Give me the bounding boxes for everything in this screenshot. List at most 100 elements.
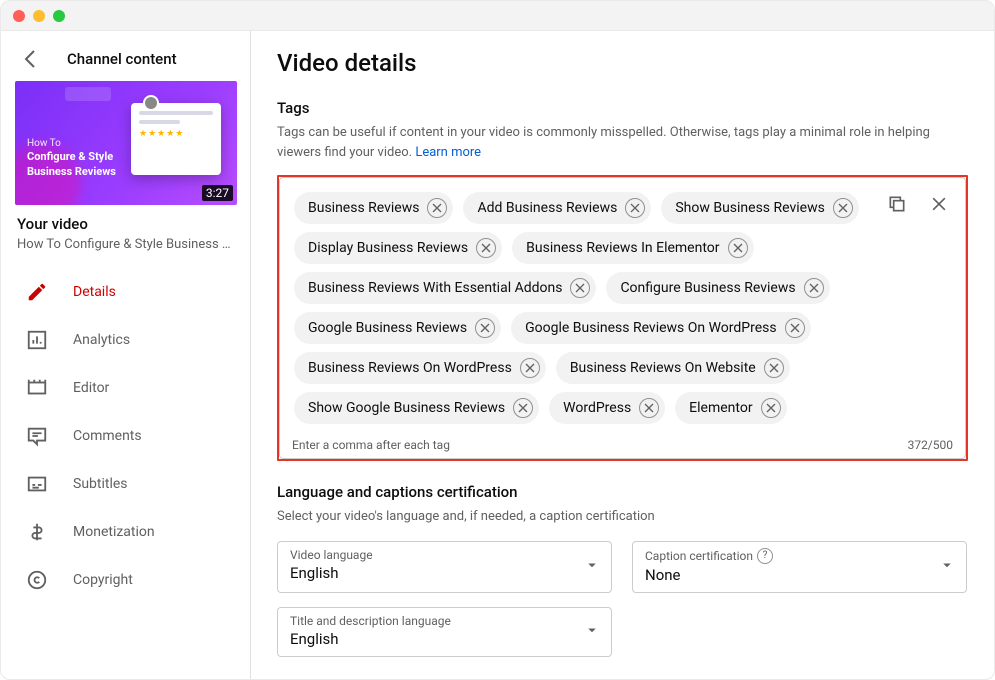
sidebar-item-label: Monetization [73, 524, 155, 540]
tag-remove-icon[interactable] [427, 198, 447, 218]
clear-tags-icon[interactable] [927, 192, 951, 216]
language-description: Select your video's language and, if nee… [277, 507, 968, 527]
title-desc-language-select[interactable]: Title and description language English [277, 607, 612, 657]
monetization-icon [25, 520, 49, 544]
window-minimize-dot[interactable] [33, 10, 45, 22]
sidebar-item-editor[interactable]: Editor [1, 364, 250, 412]
tags-description: Tags can be useful if content in your vi… [277, 123, 968, 163]
tags-input-box[interactable]: Business Reviews Add Business Reviews Show… [279, 177, 966, 459]
language-heading: Language and captions certification [277, 483, 968, 501]
video-language-label: Video language [290, 548, 599, 562]
tag-label: Business Reviews On Website [570, 360, 756, 376]
copy-tags-icon[interactable] [885, 192, 909, 216]
tag-label: Add Business Reviews [477, 200, 617, 216]
sidebar-item-details[interactable]: Details [1, 268, 250, 316]
sidebar-item-label: Details [73, 284, 116, 300]
comments-icon [25, 424, 49, 448]
tag-chip[interactable]: Add Business Reviews [463, 192, 651, 224]
tag-chip[interactable]: Show Google Business Reviews [294, 392, 539, 424]
tag-label: Business Reviews In Elementor [526, 240, 719, 256]
tag-chip[interactable]: Google Business Reviews On WordPress [511, 312, 810, 344]
video-language-value: English [290, 564, 599, 582]
tag-chip[interactable]: Elementor [675, 392, 786, 424]
tags-hint: Enter a comma after each tag [292, 438, 450, 452]
dropdown-icon [938, 556, 956, 578]
help-icon[interactable]: ? [757, 548, 773, 564]
sidebar-item-label: Copyright [73, 572, 133, 588]
tag-chip[interactable]: WordPress [549, 392, 665, 424]
sidebar-item-subtitles[interactable]: Subtitles [1, 460, 250, 508]
tag-chip[interactable]: Display Business Reviews [294, 232, 502, 264]
tag-remove-icon[interactable] [761, 398, 781, 418]
tag-label: Business Reviews With Essential Addons [308, 280, 562, 296]
title-desc-lang-value: English [290, 630, 599, 648]
tag-label: WordPress [563, 400, 631, 416]
tag-label: Google Business Reviews On WordPress [525, 320, 776, 336]
page-title: Video details [277, 49, 968, 77]
tag-chip[interactable]: Google Business Reviews [294, 312, 501, 344]
caption-cert-value: None [645, 566, 954, 584]
tag-remove-icon[interactable] [764, 358, 784, 378]
tag-remove-icon[interactable] [728, 238, 748, 258]
tag-label: Display Business Reviews [308, 240, 468, 256]
tag-remove-icon[interactable] [785, 318, 805, 338]
subtitles-icon [25, 472, 49, 496]
tag-chip[interactable]: Business Reviews On Website [556, 352, 790, 384]
sidebar-item-analytics[interactable]: Analytics [1, 316, 250, 364]
video-thumbnail[interactable]: ★★★★★ How To Configure & Style Business … [15, 81, 237, 205]
title-desc-lang-label: Title and description language [290, 614, 599, 628]
tag-chip[interactable]: Business Reviews On WordPress [294, 352, 546, 384]
tag-label: Configure Business Reviews [620, 280, 795, 296]
dropdown-icon [583, 621, 601, 643]
tag-remove-icon[interactable] [570, 278, 590, 298]
copyright-icon [25, 568, 49, 592]
thumb-line1: How To [27, 137, 116, 150]
tags-heading: Tags [277, 99, 968, 117]
sidebar-item-label: Editor [73, 380, 109, 396]
video-language-select[interactable]: Video language English [277, 541, 612, 593]
tags-counter: 372/500 [908, 438, 953, 452]
tag-label: Business Reviews [308, 200, 419, 216]
tag-chip[interactable]: Business Reviews In Elementor [512, 232, 753, 264]
caption-certification-select[interactable]: Caption certification ? None [632, 541, 967, 593]
tag-remove-icon[interactable] [476, 238, 496, 258]
dropdown-icon [583, 556, 601, 578]
tags-highlight-frame: Business Reviews Add Business Reviews Show… [277, 175, 968, 461]
sidebar-header-title: Channel content [67, 50, 177, 68]
tag-chip[interactable]: Business Reviews [294, 192, 453, 224]
tag-remove-icon[interactable] [513, 398, 533, 418]
tags-learn-more-link[interactable]: Learn more [415, 145, 481, 160]
sidebar-item-comments[interactable]: Comments [1, 412, 250, 460]
your-video-title: How To Configure & Style Business … [17, 237, 234, 252]
sidebar-nav: Details Analytics Editor Comments Subtitles M… [1, 268, 250, 604]
analytics-icon [25, 328, 49, 352]
sidebar-item-monetization[interactable]: Monetization [1, 508, 250, 556]
your-video-label: Your video [17, 215, 234, 233]
tag-chip[interactable]: Business Reviews With Essential Addons [294, 272, 596, 304]
details-icon [25, 280, 49, 304]
back-arrow-icon[interactable] [19, 47, 43, 71]
thumb-line3: Business Reviews [27, 165, 116, 179]
tag-label: Google Business Reviews [308, 320, 467, 336]
window-titlebar [1, 1, 994, 31]
window-close-dot[interactable] [13, 10, 25, 22]
tag-chip[interactable]: Configure Business Reviews [606, 272, 829, 304]
thumb-line2: Configure & Style [27, 150, 116, 164]
tag-label: Elementor [689, 400, 752, 416]
window-zoom-dot[interactable] [53, 10, 65, 22]
tag-label: Business Reviews On WordPress [308, 360, 512, 376]
tag-chip[interactable]: Show Business Reviews [661, 192, 858, 224]
main-content: Video details Tags Tags can be useful if… [251, 31, 994, 679]
tag-remove-icon[interactable] [475, 318, 495, 338]
tag-remove-icon[interactable] [639, 398, 659, 418]
caption-cert-label: Caption certification [645, 549, 753, 563]
tag-remove-icon[interactable] [625, 198, 645, 218]
tag-remove-icon[interactable] [520, 358, 540, 378]
tag-remove-icon[interactable] [804, 278, 824, 298]
video-duration-badge: 3:27 [202, 185, 233, 201]
sidebar-item-copyright[interactable]: Copyright [1, 556, 250, 604]
editor-icon [25, 376, 49, 400]
tag-remove-icon[interactable] [833, 198, 853, 218]
sidebar-item-label: Comments [73, 428, 142, 444]
sidebar-item-label: Analytics [73, 332, 130, 348]
